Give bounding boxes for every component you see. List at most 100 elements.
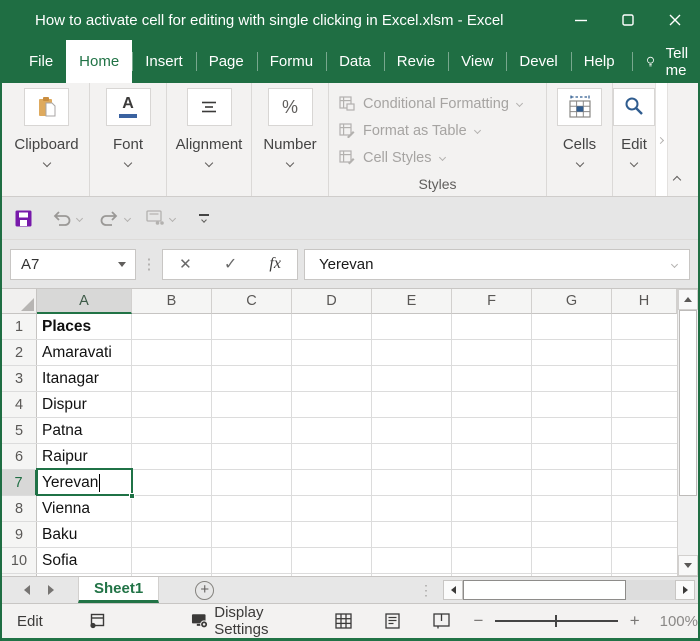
fill-handle[interactable] bbox=[129, 493, 135, 499]
tab-view[interactable]: View bbox=[448, 40, 506, 83]
save-button[interactable] bbox=[15, 210, 32, 227]
sheet-nav-left-button[interactable] bbox=[24, 585, 30, 595]
cell-A9[interactable]: Baku bbox=[37, 522, 132, 547]
redo-dropdown-chevron-icon[interactable] bbox=[123, 214, 132, 222]
zoom-in-button[interactable]: + bbox=[630, 611, 640, 631]
row-header-6[interactable]: 6 bbox=[2, 444, 37, 469]
row-header-10[interactable]: 10 bbox=[2, 548, 37, 573]
email-dropdown-chevron-icon[interactable] bbox=[168, 214, 177, 222]
column-header-H[interactable]: H bbox=[612, 289, 677, 314]
horizontal-scroll-track[interactable] bbox=[626, 580, 675, 600]
undo-button[interactable] bbox=[51, 210, 72, 227]
maximize-button[interactable] bbox=[604, 0, 651, 40]
alignment-group-button[interactable]: Alignment bbox=[167, 83, 252, 196]
cell-A3[interactable]: Itanagar bbox=[37, 366, 132, 391]
tab-formulas[interactable]: Formu bbox=[256, 40, 326, 83]
macro-record-button[interactable] bbox=[89, 613, 105, 629]
sheet-nav-right-button[interactable] bbox=[48, 585, 54, 595]
column-header-A[interactable]: A bbox=[37, 289, 132, 314]
tell-me-button[interactable]: Tell me bbox=[631, 40, 700, 83]
tab-review[interactable]: Revie bbox=[383, 40, 448, 83]
ribbon-scroll-strip[interactable] bbox=[655, 83, 668, 196]
empty-cells[interactable] bbox=[132, 574, 677, 576]
tab-data[interactable]: Data bbox=[326, 40, 384, 83]
empty-cells[interactable] bbox=[132, 366, 677, 391]
column-header-C[interactable]: C bbox=[212, 289, 292, 314]
select-all-button[interactable] bbox=[2, 289, 37, 314]
empty-cells[interactable] bbox=[132, 418, 677, 443]
expand-formula-bar-icon[interactable] bbox=[670, 260, 679, 268]
horizontal-scrollbar[interactable] bbox=[443, 580, 695, 600]
name-box[interactable]: A7 bbox=[10, 248, 136, 280]
horizontal-scroll-thumb[interactable] bbox=[463, 580, 626, 600]
zoom-slider[interactable] bbox=[495, 615, 618, 627]
empty-cells[interactable] bbox=[132, 314, 677, 339]
cell-A6[interactable]: Raipur bbox=[37, 444, 132, 469]
row-header-3[interactable]: 3 bbox=[2, 366, 37, 391]
format-as-table-button[interactable]: Format as Table bbox=[339, 117, 481, 144]
tab-help[interactable]: Help bbox=[570, 40, 628, 83]
vertical-scrollbar[interactable] bbox=[677, 289, 698, 576]
empty-cells[interactable] bbox=[132, 548, 677, 573]
zoom-out-button[interactable]: − bbox=[474, 611, 484, 631]
tab-insert[interactable]: Insert bbox=[132, 40, 196, 83]
cell-A2[interactable]: Amaravati bbox=[37, 340, 132, 365]
row-header-4[interactable]: 4 bbox=[2, 392, 37, 417]
active-cell-A7[interactable]: Yerevan bbox=[36, 468, 135, 499]
cell-A5[interactable]: Patna bbox=[37, 418, 132, 443]
close-button[interactable] bbox=[651, 0, 698, 40]
tab-home[interactable]: Home bbox=[66, 40, 133, 83]
row-header-7[interactable]: 7 bbox=[2, 470, 37, 495]
cell-styles-button[interactable]: Cell Styles bbox=[339, 144, 446, 171]
row-header-1[interactable]: 1 bbox=[2, 314, 37, 339]
zoom-slider-thumb[interactable] bbox=[555, 615, 558, 627]
scroll-down-button[interactable] bbox=[678, 555, 698, 576]
column-header-D[interactable]: D bbox=[292, 289, 372, 314]
vertical-scroll-track[interactable] bbox=[678, 496, 698, 555]
clipboard-group-button[interactable]: Clipboard bbox=[4, 83, 90, 196]
cells-group-button[interactable]: Cells bbox=[547, 83, 613, 196]
formula-input[interactable]: Yerevan bbox=[304, 248, 690, 280]
redo-button[interactable] bbox=[99, 210, 120, 227]
vertical-scroll-thumb[interactable] bbox=[679, 310, 697, 496]
name-box-dropdown-icon[interactable] bbox=[118, 261, 126, 267]
empty-cells[interactable] bbox=[132, 392, 677, 417]
collapse-ribbon-button[interactable] bbox=[668, 174, 686, 186]
cell-A11[interactable] bbox=[37, 574, 132, 576]
page-break-preview-icon[interactable] bbox=[432, 613, 450, 629]
font-group-button[interactable]: A Font bbox=[90, 83, 167, 196]
insert-function-button[interactable]: fx bbox=[269, 255, 281, 273]
empty-cells[interactable] bbox=[132, 522, 677, 547]
row-header-9[interactable]: 9 bbox=[2, 522, 37, 547]
new-sheet-button[interactable]: + bbox=[195, 580, 215, 600]
number-group-button[interactable]: % Number bbox=[252, 83, 329, 196]
empty-cells[interactable] bbox=[132, 470, 677, 495]
page-layout-view-icon[interactable] bbox=[384, 613, 400, 629]
tab-file[interactable]: File bbox=[16, 40, 66, 83]
column-header-F[interactable]: F bbox=[452, 289, 532, 314]
enter-button[interactable]: ✓ bbox=[224, 254, 237, 274]
cell-A10[interactable]: Sofia bbox=[37, 548, 132, 573]
sheet-tab-sheet1[interactable]: Sheet1 bbox=[78, 577, 160, 603]
scroll-up-button[interactable] bbox=[678, 289, 698, 310]
scroll-left-button[interactable] bbox=[443, 580, 463, 600]
scroll-right-button[interactable] bbox=[675, 580, 695, 600]
formula-bar-splitter-icon[interactable]: ⋮ bbox=[136, 255, 162, 273]
tab-page-layout[interactable]: Page bbox=[195, 40, 257, 83]
tab-developer[interactable]: Devel bbox=[506, 40, 570, 83]
minimize-button[interactable] bbox=[557, 0, 604, 40]
undo-dropdown-chevron-icon[interactable] bbox=[75, 214, 84, 222]
empty-cells[interactable] bbox=[132, 340, 677, 365]
row-header-11[interactable]: 11 bbox=[2, 574, 37, 576]
empty-cells[interactable] bbox=[132, 496, 677, 521]
row-header-5[interactable]: 5 bbox=[2, 418, 37, 443]
cancel-button[interactable]: ✕ bbox=[179, 255, 192, 273]
tab-splitter-icon[interactable]: ⋮ bbox=[419, 582, 433, 599]
email-button[interactable] bbox=[146, 210, 165, 226]
column-header-E[interactable]: E bbox=[372, 289, 452, 314]
empty-cells[interactable] bbox=[132, 444, 677, 469]
zoom-level[interactable]: 100% bbox=[660, 613, 698, 630]
conditional-formatting-button[interactable]: Conditional Formatting bbox=[339, 90, 523, 117]
customize-quick-access-button[interactable] bbox=[199, 214, 209, 223]
cell-A8[interactable]: Vienna bbox=[37, 496, 132, 521]
